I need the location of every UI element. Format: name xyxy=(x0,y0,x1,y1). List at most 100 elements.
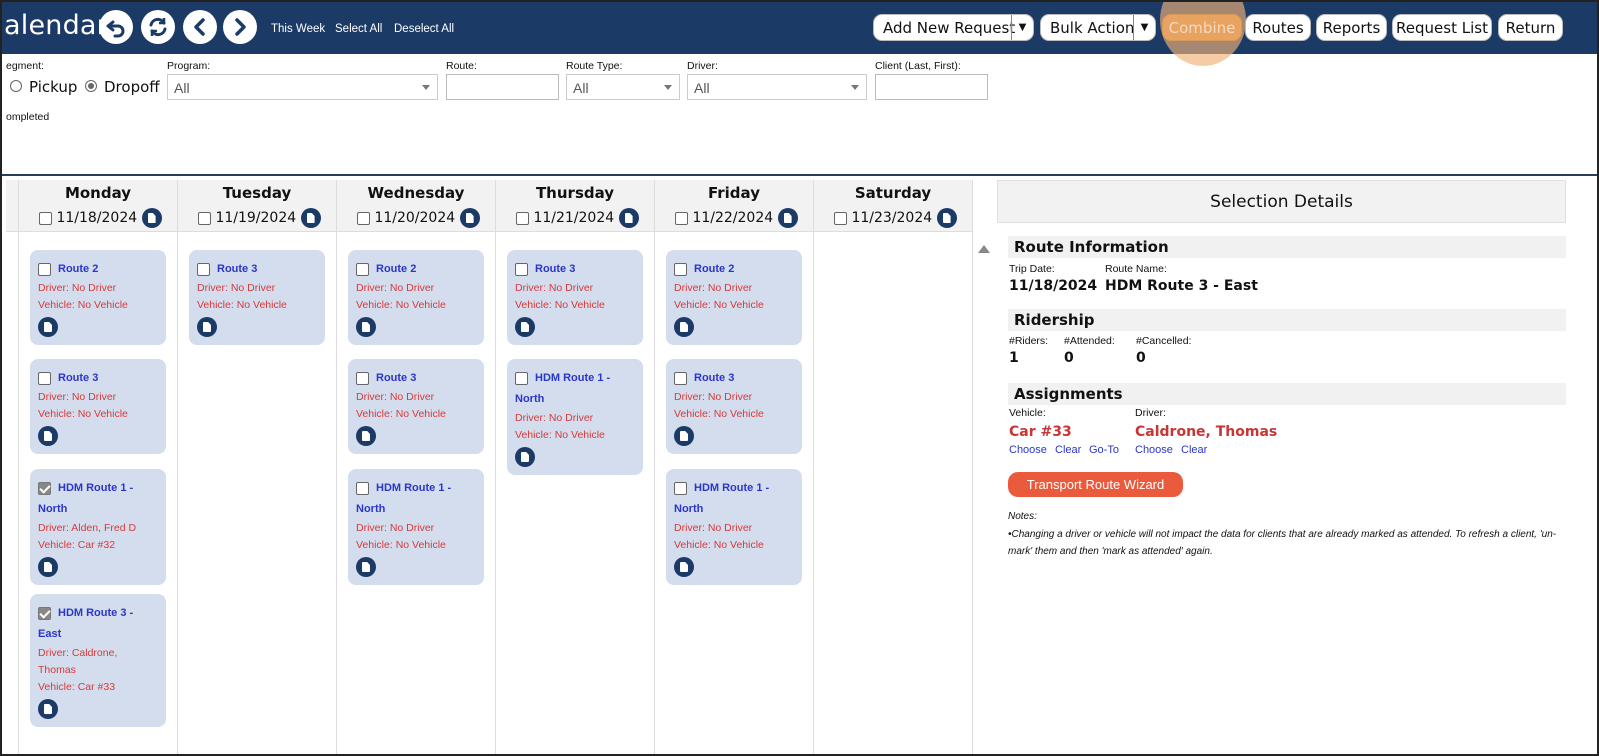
combine-button[interactable]: Combine xyxy=(1162,14,1242,41)
route-card[interactable]: HDM Route 1 - North Driver: No Driver Ve… xyxy=(507,359,643,475)
document-icon[interactable] xyxy=(618,208,639,228)
route-checkbox[interactable] xyxy=(356,372,369,385)
route-name[interactable]: Route 3 xyxy=(217,259,257,280)
document-icon[interactable] xyxy=(356,317,376,337)
route-name-continued[interactable]: North xyxy=(38,499,158,520)
dropoff-radio[interactable] xyxy=(85,80,97,92)
undo-icon[interactable] xyxy=(99,10,133,44)
document-icon[interactable] xyxy=(515,447,535,467)
request-list-button[interactable]: Request List xyxy=(1392,14,1492,41)
route-name[interactable]: Route 3 xyxy=(376,368,416,389)
select-all-link[interactable]: Select All xyxy=(335,23,382,35)
document-icon[interactable] xyxy=(38,557,58,577)
route-checkbox[interactable] xyxy=(38,263,51,276)
select-day-checkbox[interactable] xyxy=(834,211,847,225)
route-checkbox[interactable] xyxy=(674,372,687,385)
route-card-selected[interactable]: HDM Route 3 - East Driver: Caldrone, Tho… xyxy=(30,594,166,727)
vehicle-clear-link[interactable]: Clear xyxy=(1055,444,1081,456)
document-icon[interactable] xyxy=(515,317,535,337)
document-icon[interactable] xyxy=(356,426,376,446)
document-icon[interactable] xyxy=(674,426,694,446)
route-name[interactable]: Route 2 xyxy=(694,259,734,280)
select-day-checkbox[interactable] xyxy=(39,211,52,225)
document-icon[interactable] xyxy=(674,557,694,577)
select-day-checkbox[interactable] xyxy=(675,211,688,225)
route-name[interactable]: Route 3 xyxy=(58,368,98,389)
transport-route-wizard-button[interactable]: Transport Route Wizard xyxy=(1008,472,1183,497)
select-day-checkbox[interactable] xyxy=(198,211,211,225)
route-input[interactable] xyxy=(446,74,559,100)
vehicle-choose-link[interactable]: Choose xyxy=(1009,444,1047,456)
route-checkbox[interactable] xyxy=(356,482,369,495)
document-icon[interactable] xyxy=(936,208,957,228)
add-new-request-button[interactable]: Add New Request ▼ xyxy=(873,14,1034,41)
bulk-action-button[interactable]: Bulk Action ▼ xyxy=(1040,14,1156,41)
route-name-continued[interactable]: North xyxy=(356,499,476,520)
refresh-icon[interactable] xyxy=(141,10,175,44)
document-icon[interactable] xyxy=(674,317,694,337)
return-button[interactable]: Return xyxy=(1498,14,1563,41)
route-checkbox[interactable] xyxy=(38,482,51,495)
route-card[interactable]: Route 2 Driver: No Driver Vehicle: No Ve… xyxy=(30,250,166,345)
bulk-action-dropdown-icon[interactable]: ▼ xyxy=(1133,15,1155,40)
driver-clear-link[interactable]: Clear xyxy=(1181,444,1207,456)
deselect-all-link[interactable]: Deselect All xyxy=(394,23,454,35)
driver-select[interactable]: All xyxy=(687,74,867,100)
document-icon[interactable] xyxy=(459,208,480,228)
route-name-continued[interactable]: East xyxy=(38,624,158,645)
route-name[interactable]: HDM Route 1 - xyxy=(376,478,451,499)
route-name-continued[interactable]: North xyxy=(515,389,635,410)
route-checkbox[interactable] xyxy=(674,263,687,276)
document-icon[interactable] xyxy=(38,426,58,446)
pickup-radio[interactable] xyxy=(10,80,22,92)
add-request-dropdown-icon[interactable]: ▼ xyxy=(1011,15,1033,40)
routes-button[interactable]: Routes xyxy=(1245,14,1311,41)
next-week-icon[interactable] xyxy=(223,10,257,44)
route-card[interactable]: Route 3 Driver: No Driver Vehicle: No Ve… xyxy=(189,250,325,345)
route-card[interactable]: Route 3 Driver: No Driver Vehicle: No Ve… xyxy=(348,359,484,454)
route-name-continued[interactable]: North xyxy=(674,499,794,520)
reports-button[interactable]: Reports xyxy=(1316,14,1387,41)
program-select[interactable]: All xyxy=(167,74,438,100)
route-checkbox[interactable] xyxy=(515,263,528,276)
vehicle-goto-link[interactable]: Go-To xyxy=(1089,444,1119,456)
select-day-checkbox[interactable] xyxy=(516,211,529,225)
route-card[interactable]: Route 3 Driver: No Driver Vehicle: No Ve… xyxy=(507,250,643,345)
route-name[interactable]: HDM Route 1 - xyxy=(535,368,610,389)
route-checkbox[interactable] xyxy=(356,263,369,276)
client-input[interactable] xyxy=(875,74,988,100)
document-icon[interactable] xyxy=(197,317,217,337)
route-card[interactable]: Route 2 Driver: No Driver Vehicle: No Ve… xyxy=(666,250,802,345)
route-name[interactable]: Route 2 xyxy=(376,259,416,280)
route-name[interactable]: HDM Route 1 - xyxy=(58,478,133,499)
route-name[interactable]: HDM Route 3 - xyxy=(58,603,133,624)
route-name[interactable]: HDM Route 1 - xyxy=(694,478,769,499)
document-icon[interactable] xyxy=(38,699,58,719)
driver-choose-link[interactable]: Choose xyxy=(1135,444,1173,456)
previous-week-icon[interactable] xyxy=(183,10,217,44)
route-checkbox[interactable] xyxy=(674,482,687,495)
route-name[interactable]: Route 3 xyxy=(694,368,734,389)
route-card[interactable]: Route 3 Driver: No Driver Vehicle: No Ve… xyxy=(30,359,166,454)
route-checkbox[interactable] xyxy=(38,372,51,385)
select-day-checkbox[interactable] xyxy=(357,211,370,225)
route-type-select[interactable]: All xyxy=(566,74,680,100)
route-card[interactable]: HDM Route 1 - North Driver: No Driver Ve… xyxy=(666,469,802,585)
document-icon[interactable] xyxy=(356,557,376,577)
day-date-tuesday: 11/19/2024 xyxy=(198,208,321,228)
route-card[interactable]: Route 2 Driver: No Driver Vehicle: No Ve… xyxy=(348,250,484,345)
route-card[interactable]: HDM Route 1 - North Driver: No Driver Ve… xyxy=(348,469,484,585)
document-icon[interactable] xyxy=(777,208,798,228)
scroll-up-icon[interactable] xyxy=(978,245,990,253)
document-icon[interactable] xyxy=(300,208,321,228)
route-card[interactable]: Route 3 Driver: No Driver Vehicle: No Ve… xyxy=(666,359,802,454)
route-checkbox[interactable] xyxy=(515,372,528,385)
route-name[interactable]: Route 2 xyxy=(58,259,98,280)
route-card[interactable]: HDM Route 1 - North Driver: Alden, Fred … xyxy=(30,469,166,585)
document-icon[interactable] xyxy=(141,208,162,228)
route-checkbox[interactable] xyxy=(38,607,51,620)
document-icon[interactable] xyxy=(38,317,58,337)
this-week-link[interactable]: This Week xyxy=(271,23,325,35)
route-checkbox[interactable] xyxy=(197,263,210,276)
route-name[interactable]: Route 3 xyxy=(535,259,575,280)
